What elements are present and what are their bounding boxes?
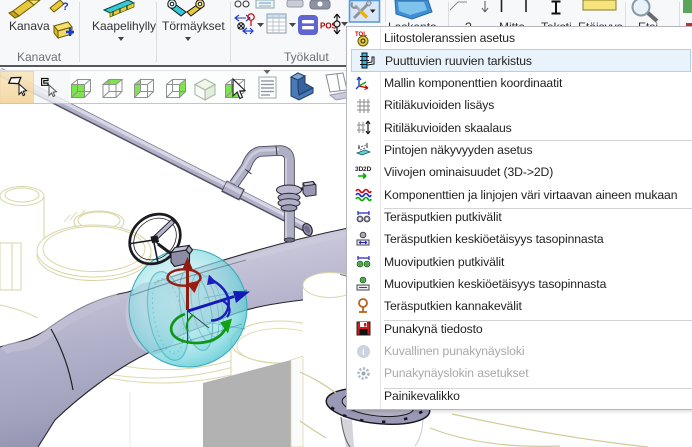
svg-text:2D: 2D bbox=[363, 166, 372, 173]
svg-text:i: i bbox=[362, 347, 365, 357]
svg-text:?: ? bbox=[62, 1, 69, 13]
